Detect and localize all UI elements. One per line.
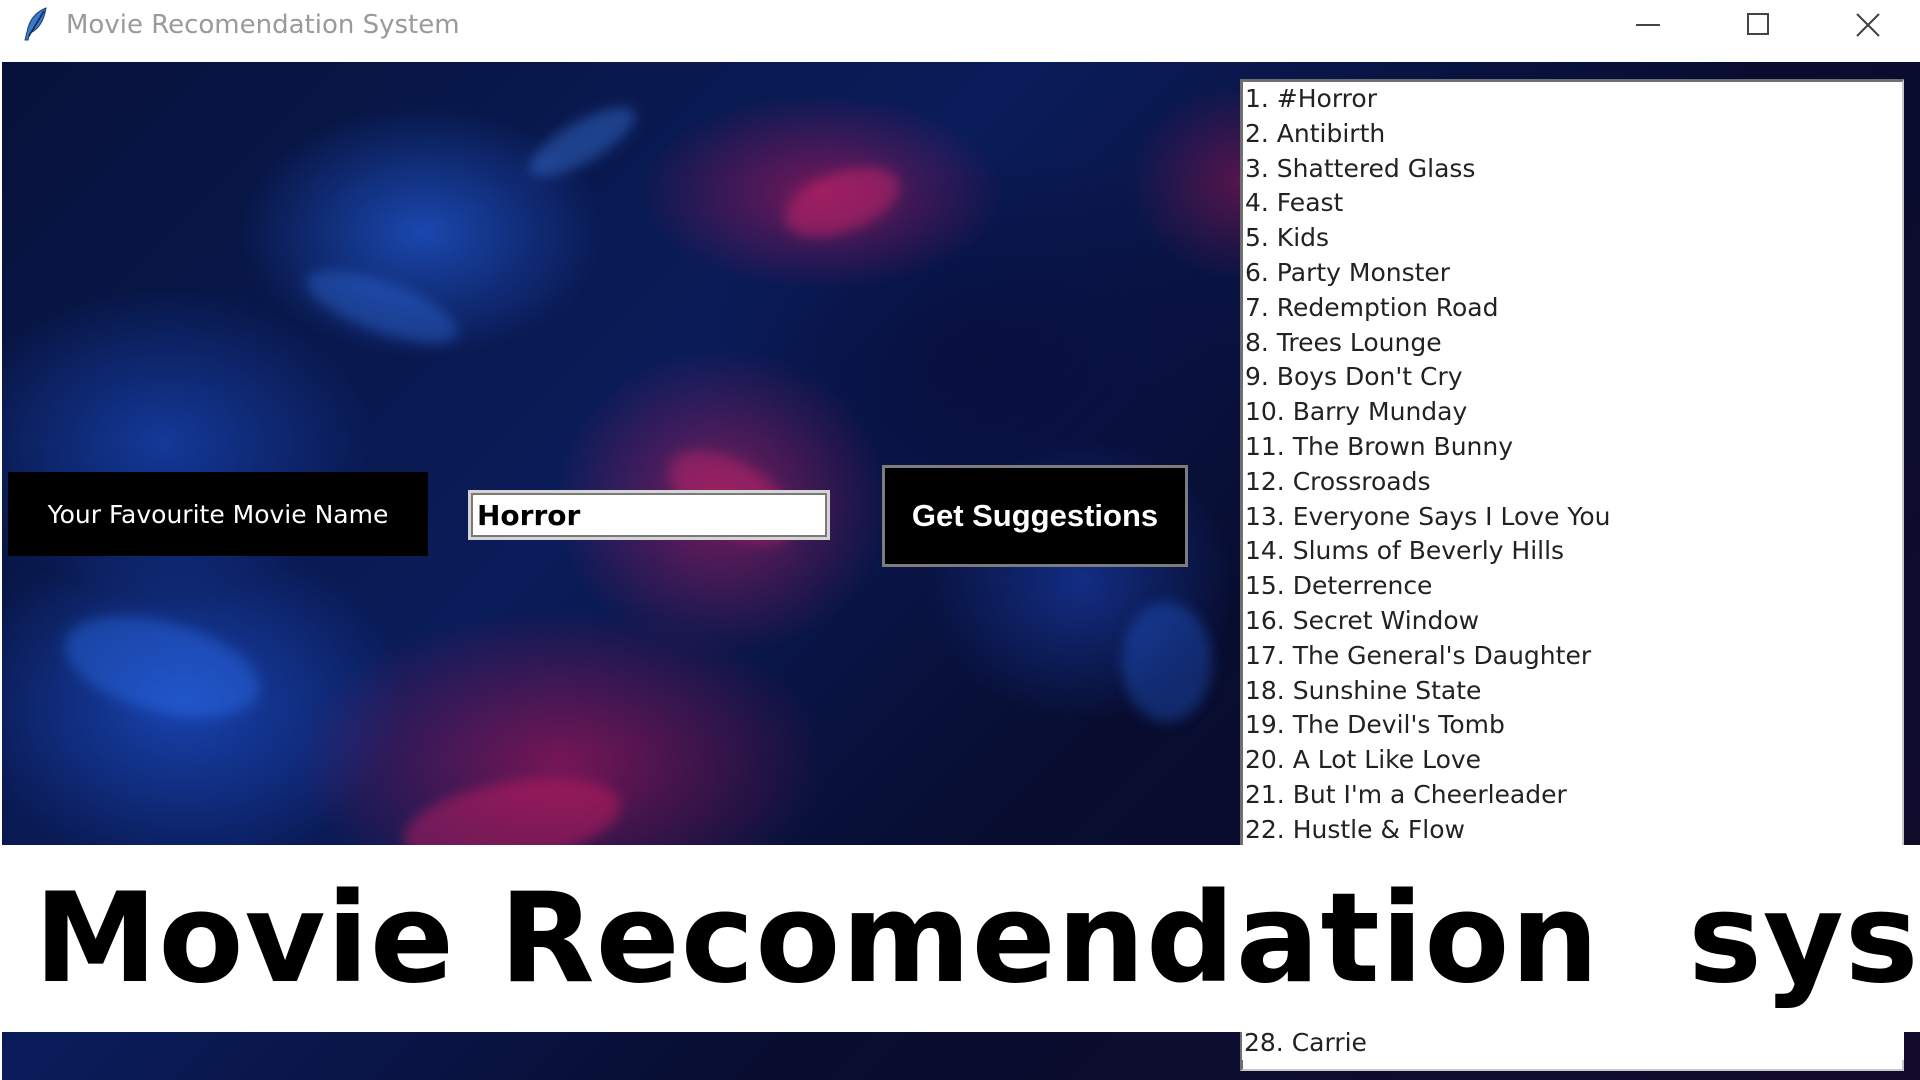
list-item[interactable]: 17. The General's Daughter [1243, 639, 1902, 674]
screenshot-page: Movie Recomendation System Your Favourit… [0, 0, 1920, 1080]
get-suggestions-button[interactable]: Get Suggestions [882, 465, 1188, 567]
list-item[interactable]: 14. Slums of Beverly Hills [1243, 534, 1902, 569]
feather-icon [20, 6, 52, 42]
movie-name-label: Your Favourite Movie Name [8, 472, 428, 556]
list-item[interactable]: 15. Deterrence [1243, 569, 1902, 604]
list-item[interactable]: 9. Boys Don't Cry [1243, 360, 1902, 395]
close-icon[interactable] [1818, 0, 1918, 50]
list-item[interactable]: 8. Trees Lounge [1243, 326, 1902, 361]
list-item[interactable]: 16. Secret Window [1243, 604, 1902, 639]
list-item[interactable]: 21. But I'm a Cheerleader [1243, 778, 1902, 813]
list-item[interactable]: 6. Party Monster [1243, 256, 1902, 291]
list-item[interactable]: 13. Everyone Says I Love You [1243, 500, 1902, 535]
list-item[interactable]: 11. The Brown Bunny [1243, 430, 1902, 465]
list-item[interactable]: 22. Hustle & Flow [1243, 813, 1902, 848]
list-item[interactable]: 28. Carrie [1242, 1026, 1904, 1060]
maximize-icon[interactable] [1708, 0, 1808, 50]
list-item[interactable]: 4. Feast [1243, 186, 1902, 221]
window-titlebar: Movie Recomendation System [0, 0, 1920, 50]
suggestions-list: 1. #Horror 2. Antibirth 3. Shattered Gla… [1243, 82, 1902, 848]
list-item[interactable]: 2. Antibirth [1243, 117, 1902, 152]
movie-name-input[interactable] [468, 490, 830, 540]
banner-title: Movie Recomendation system [34, 867, 1920, 1011]
list-item[interactable]: 18. Sunshine State [1243, 674, 1902, 709]
list-item[interactable]: 20. A Lot Like Love [1243, 743, 1902, 778]
window-title: Movie Recomendation System [66, 10, 460, 40]
list-item[interactable]: 3. Shattered Glass [1243, 152, 1902, 187]
list-item[interactable]: 7. Redemption Road [1243, 291, 1902, 326]
list-item[interactable]: 10. Barry Munday [1243, 395, 1902, 430]
list-item[interactable]: 1. #Horror [1243, 82, 1902, 117]
list-item[interactable]: 12. Crossroads [1243, 465, 1902, 500]
title-banner: Movie Recomendation system [0, 845, 1920, 1032]
list-item[interactable]: 5. Kids [1243, 221, 1902, 256]
movie-name-label-text: Your Favourite Movie Name [47, 499, 389, 529]
list-item[interactable]: 19. The Devil's Tomb [1243, 708, 1902, 743]
minimize-icon[interactable] [1598, 0, 1698, 50]
